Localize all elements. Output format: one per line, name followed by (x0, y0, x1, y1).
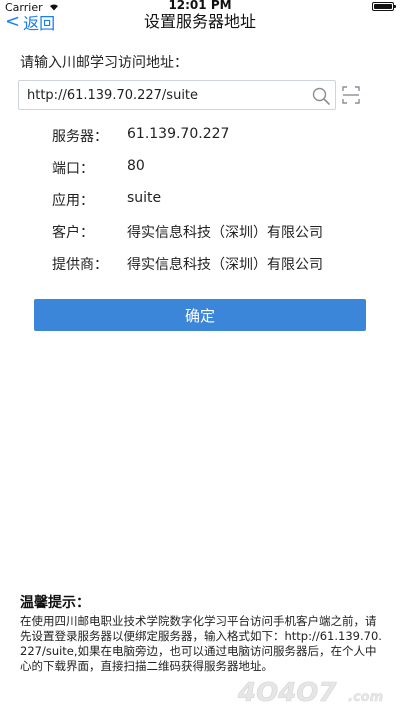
page-title: 设置服务器地址 (143, 12, 256, 31)
status-bar: Carrier 12:01 PM (0, 0, 400, 14)
server-url-input[interactable] (27, 81, 307, 109)
info-row-application: 应用： suite (52, 190, 372, 222)
info-value: 61.139.70.227 (127, 126, 230, 142)
info-row-port: 端口： 80 (52, 158, 372, 190)
info-row-provider: 提供商： 得实信息科技（深圳）有限公司 (52, 254, 372, 286)
info-value: 得实信息科技（深圳）有限公司 (127, 257, 323, 273)
info-row-customer: 客户： 得实信息科技（深圳）有限公司 (52, 222, 372, 254)
confirm-button[interactable]: 确定 (34, 299, 366, 331)
info-label: 应用： (52, 193, 94, 209)
info-label: 服务器： (52, 129, 108, 145)
search-icon[interactable] (311, 86, 331, 106)
info-label: 端口： (52, 161, 94, 177)
info-row-server: 服务器： 61.139.70.227 (52, 126, 372, 158)
url-prompt-label: 请输入川邮学习访问地址： (20, 55, 188, 71)
status-time: 12:01 PM (168, 0, 232, 12)
url-field (18, 80, 336, 110)
watermark-logo: 4O4O7 .com (237, 678, 384, 706)
tips-title: 温馨提示： (20, 595, 90, 611)
info-value: suite (127, 190, 162, 206)
tips-body: 在使用四川邮电职业技术学院数字化学习平台访问手机客户端之前，请先设置登录服务器以… (20, 614, 382, 673)
server-info-list: 服务器： 61.139.70.227 端口： 80 应用： suite 客户： … (52, 126, 372, 286)
info-value: 80 (127, 158, 145, 174)
scan-icon[interactable] (342, 86, 360, 104)
info-label: 提供商： (52, 257, 108, 273)
battery-icon (372, 2, 396, 11)
navigation-bar: < 返回 设置服务器地址 (0, 12, 400, 36)
svg-text:.com: .com (348, 690, 383, 705)
svg-text:4O4O7: 4O4O7 (237, 678, 337, 706)
info-value: 得实信息科技（深圳）有限公司 (127, 225, 323, 241)
info-label: 客户： (52, 225, 94, 241)
